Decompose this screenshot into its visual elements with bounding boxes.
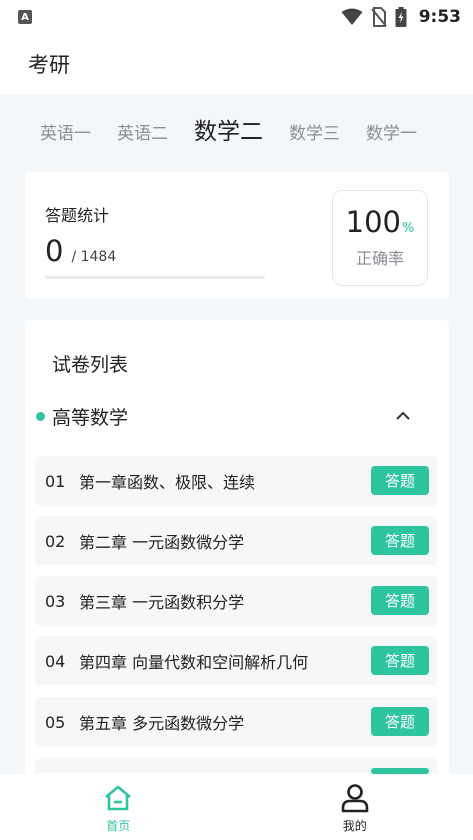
- item-number: 05: [45, 712, 66, 732]
- tab-math-3[interactable]: 数学三: [289, 119, 340, 144]
- answered-count: 0: [45, 234, 64, 268]
- total-count: / 1484: [71, 249, 117, 265]
- list-item[interactable]: 04 第四章 向量代数和空间解析几何 答题: [35, 636, 438, 686]
- answer-button[interactable]: 答题: [371, 707, 429, 736]
- status-bar: A 9:53: [0, 0, 473, 34]
- no-sim-icon: [370, 7, 387, 27]
- accuracy-label: 正确率: [355, 249, 404, 268]
- subject-tabs: 英语一 英语二 数学二 数学三 数学一: [40, 112, 453, 146]
- group-header[interactable]: 高等数学: [25, 400, 449, 432]
- page-title: 考研: [28, 53, 70, 77]
- group-dot: [36, 411, 45, 421]
- wifi-icon: [341, 8, 363, 25]
- item-number: 01: [45, 471, 66, 491]
- user-icon: [341, 784, 369, 813]
- paper-list-card: 试卷列表 高等数学 01 第一章函数、极限、连续 答题 02 第二章 一元函数微…: [25, 320, 449, 790]
- item-number: 04: [45, 651, 66, 671]
- answer-button[interactable]: 答题: [371, 646, 429, 675]
- answer-button[interactable]: 答题: [371, 466, 429, 495]
- notification-a-icon: A: [18, 10, 32, 24]
- tab-math-2[interactable]: 数学二: [194, 112, 263, 146]
- tab-english-1[interactable]: 英语一: [40, 119, 91, 144]
- battery-charging-icon: [395, 7, 407, 27]
- chevron-up-icon[interactable]: [393, 406, 413, 426]
- home-icon: [105, 785, 132, 811]
- app-header: 考研: [0, 34, 473, 94]
- list-item[interactable]: 02 第二章 一元函数微分学 答题: [35, 516, 438, 566]
- tab-math-1[interactable]: 数学一: [366, 119, 417, 144]
- accuracy-number: 100: [345, 205, 401, 239]
- stats-label: 答题统计: [45, 206, 110, 225]
- item-name: 第二章 一元函数微分学: [79, 533, 245, 552]
- item-name: 第五章 多元函数微分学: [79, 714, 245, 733]
- accuracy-value: 100%: [333, 205, 427, 239]
- item-name: 第四章 向量代数和空间解析几何: [79, 653, 309, 672]
- accuracy-unit: %: [402, 221, 415, 236]
- nav-home[interactable]: 首页: [0, 774, 237, 840]
- answer-button[interactable]: 答题: [371, 526, 429, 555]
- item-name: 第三章 一元函数积分学: [79, 593, 245, 612]
- nav-profile[interactable]: 我的: [237, 774, 473, 840]
- list-item[interactable]: 03 第三章 一元函数积分学 答题: [35, 576, 438, 626]
- paper-list-title: 试卷列表: [52, 354, 129, 376]
- nav-profile-label: 我的: [342, 819, 367, 833]
- status-time: 9:53: [418, 7, 461, 27]
- item-number: 03: [45, 591, 66, 611]
- list-item[interactable]: 01 第一章函数、极限、连续 答题: [35, 456, 438, 506]
- stats-card: 答题统计 0 / 1484 100% 正确率: [25, 172, 449, 299]
- status-icons: 9:53: [341, 7, 461, 27]
- answer-button[interactable]: 答题: [371, 586, 429, 615]
- answer-count: 0 / 1484: [45, 234, 116, 268]
- nav-home-label: 首页: [106, 819, 131, 833]
- tab-english-2[interactable]: 英语二: [117, 119, 168, 144]
- bottom-nav: 首页 我的: [0, 774, 473, 840]
- item-name: 第一章函数、极限、连续: [79, 473, 256, 492]
- item-number: 02: [45, 531, 66, 551]
- list-item[interactable]: 05 第五章 多元函数微分学 答题: [35, 697, 438, 747]
- answer-progress-bar: [45, 276, 265, 279]
- group-name: 高等数学: [52, 406, 129, 429]
- accuracy-box: 100% 正确率: [332, 190, 428, 286]
